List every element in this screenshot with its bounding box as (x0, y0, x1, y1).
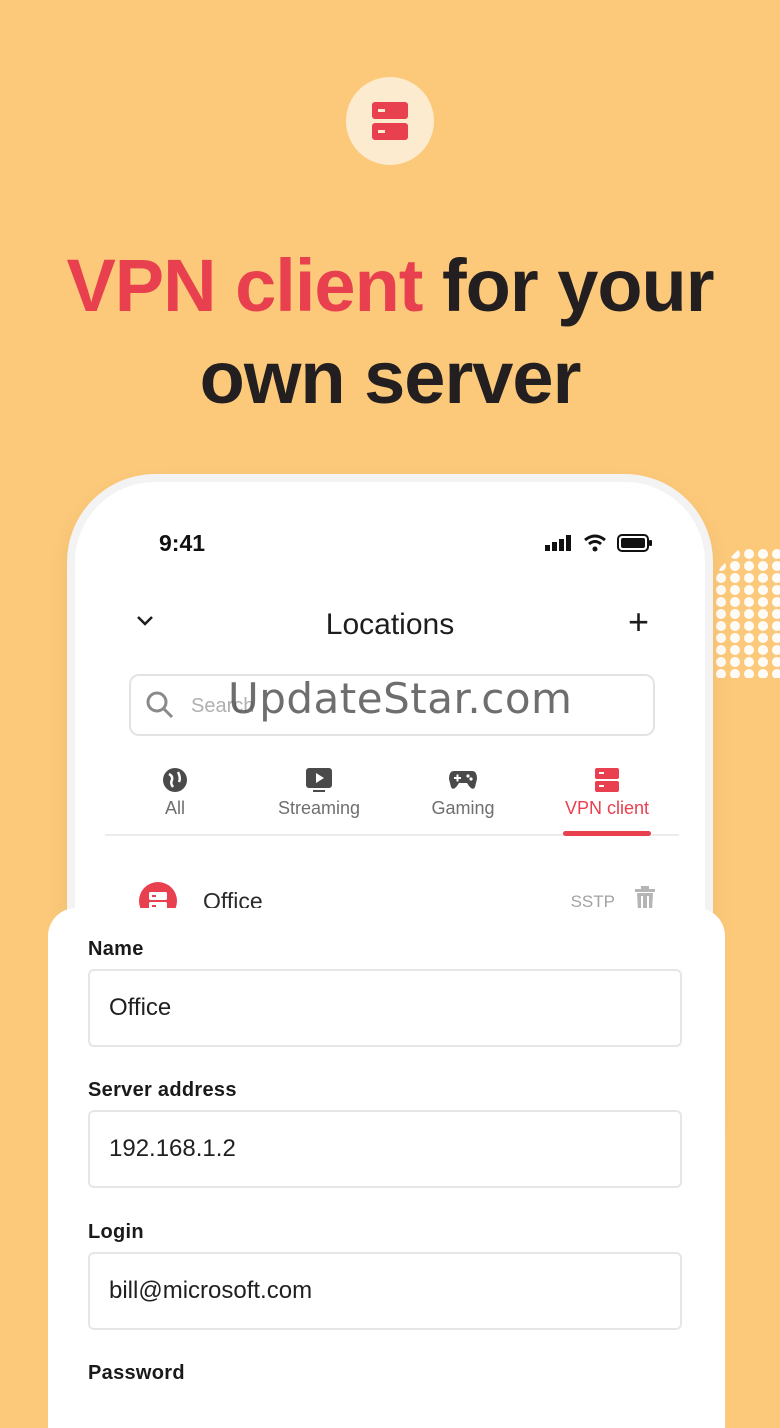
tab-label: VPN client (564, 798, 650, 818)
tab-gaming[interactable]: Gaming (393, 762, 533, 819)
tab-all[interactable]: All (105, 762, 245, 819)
category-tabs: All Streaming Gaming VPN client (105, 762, 679, 836)
app-logo-badge (346, 77, 434, 165)
server-icon (595, 768, 619, 792)
battery-icon (617, 534, 652, 552)
server-icon (372, 102, 408, 140)
name-field[interactable] (90, 971, 680, 1045)
play-icon (306, 768, 332, 792)
status-icons (545, 534, 653, 552)
server-address-field[interactable] (90, 1112, 680, 1186)
login-field[interactable] (90, 1254, 680, 1328)
name-label: Name (88, 938, 144, 960)
tab-label: All (164, 798, 185, 818)
tab-label: Gaming (431, 798, 495, 818)
active-tab-indicator (563, 831, 651, 836)
gamepad-icon (449, 771, 477, 789)
page-title: Locations (325, 608, 455, 641)
password-label: Password (88, 1362, 185, 1384)
headline-line2: own server (199, 336, 582, 419)
watermark: UpdateStar.com (228, 674, 573, 723)
tab-label: Streaming (277, 798, 361, 818)
name-field-box (88, 969, 682, 1047)
search-icon (146, 691, 174, 719)
server-address-field-box (88, 1110, 682, 1188)
tab-vpn-client[interactable]: VPN client (537, 762, 677, 819)
login-label: Login (88, 1221, 144, 1243)
headline-line1: for your (442, 244, 715, 327)
server-address-label: Server address (88, 1079, 237, 1101)
connection-form: Name Server address Login Password (48, 908, 725, 1428)
headline: VPN client for your own server (0, 240, 780, 424)
status-time: 9:41 (159, 530, 206, 556)
globe-icon (163, 768, 187, 792)
signal-icon (545, 535, 571, 551)
wifi-icon (584, 534, 606, 552)
login-field-box (88, 1252, 682, 1330)
add-location-button[interactable]: + (628, 604, 649, 640)
honeycomb-decoration (700, 548, 780, 678)
tab-streaming[interactable]: Streaming (249, 762, 389, 819)
headline-accent: VPN client (66, 244, 423, 327)
